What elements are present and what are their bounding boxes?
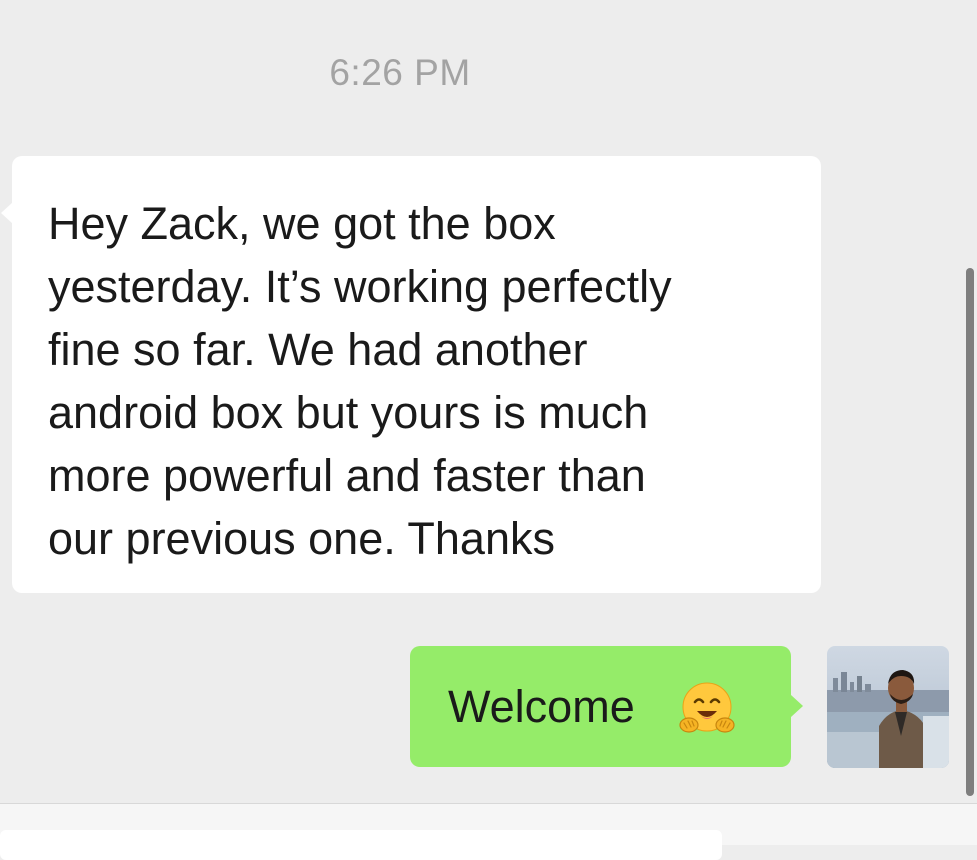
scrollbar[interactable] — [966, 268, 974, 796]
avatar[interactable] — [827, 646, 949, 768]
message-timestamp: 6:26 PM — [329, 52, 471, 93]
user-avatar-photo — [827, 646, 949, 768]
chat-area[interactable]: 6:26 PM Hey Zack, we got the box yesterd… — [0, 0, 977, 803]
bubble-tail — [791, 695, 803, 717]
incoming-message-bubble[interactable]: Hey Zack, we got the box yesterday. It’s… — [1, 156, 821, 593]
outgoing-message-bubble[interactable]: Welcome — [410, 646, 803, 767]
incoming-message-text: Hey Zack, we got the box yesterday. It’s… — [48, 198, 672, 564]
hugging-face-icon — [679, 682, 735, 733]
bubble-tail — [1, 202, 13, 224]
input-bar — [0, 803, 977, 860]
message-input[interactable] — [0, 830, 722, 860]
outgoing-message-text: Welcome — [448, 681, 635, 732]
